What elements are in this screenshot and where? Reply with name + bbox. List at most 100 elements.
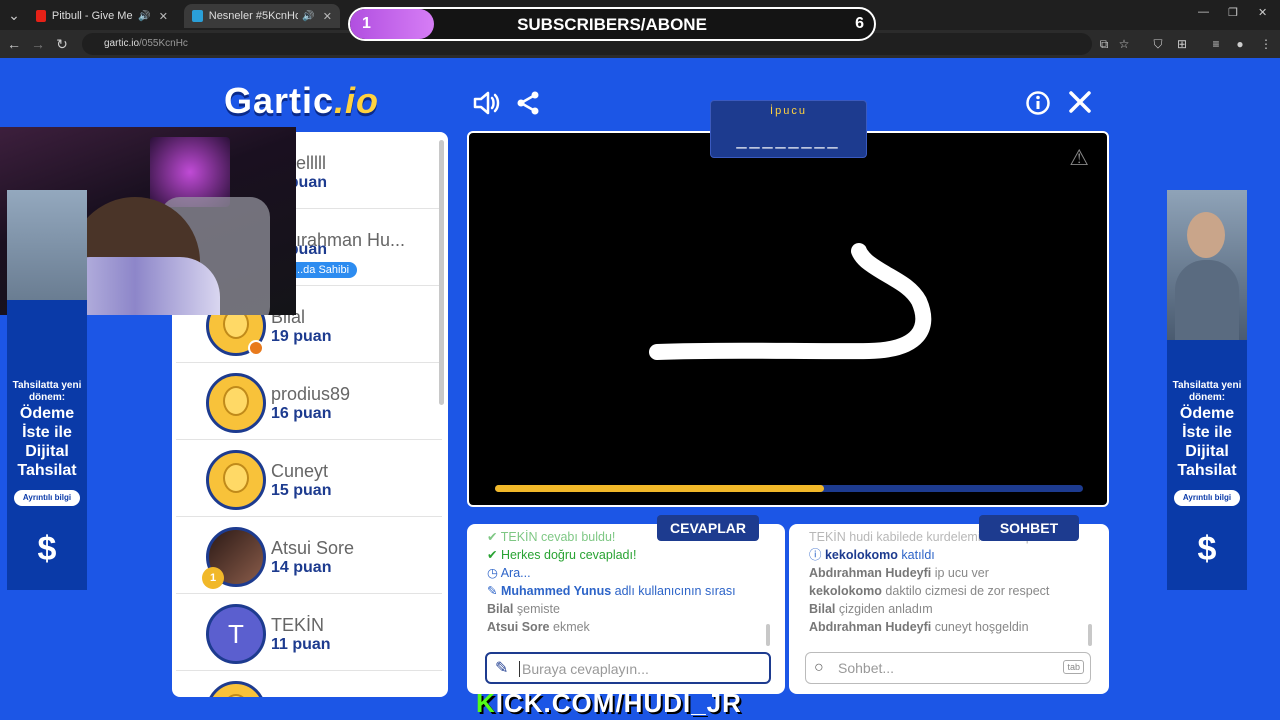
chat-message: ⓘ kekolokomo katıldı [809, 548, 935, 562]
round-timer-bar [495, 485, 1083, 492]
subscriber-label: SUBSCRIBERS/ABONE [517, 15, 707, 34]
hint-box[interactable]: İpucu ________ [710, 100, 867, 158]
player-points: 15 puan [271, 482, 332, 499]
bookmark-star-icon[interactable]: ☆ [1114, 34, 1134, 54]
check-icon: ✔ [487, 530, 501, 544]
ad-line1: Tahsilatta yeni dönem: [12, 380, 82, 403]
shield-icon[interactable]: ⛉ [1148, 34, 1168, 54]
player-name: prodius89 [271, 384, 351, 404]
right-ad-banner[interactable]: Tahsilatta yeni dönem: Ödeme İste ile Di… [1167, 190, 1247, 590]
maximize-icon[interactable]: ❐ [1228, 6, 1238, 19]
cast-icon[interactable]: ⧉ [1094, 34, 1114, 54]
kick-prefix: K [476, 688, 496, 718]
ad-button[interactable]: Ayrıntılı bilgi [14, 490, 80, 506]
more-menu-icon[interactable]: ⋮ [1256, 34, 1276, 54]
player-item[interactable]: Cuneyt 15 puan [176, 440, 442, 517]
media-icon[interactable]: ≡ [1206, 34, 1226, 54]
search-icon: ○ [814, 659, 824, 676]
report-warning-icon[interactable]: ⚠ [1069, 145, 1089, 171]
room-owner-badge: ...da Sahibi [286, 262, 358, 278]
ad-button[interactable]: Ayrıntılı bilgi [1174, 490, 1240, 506]
player-name: Atsui Sore [271, 538, 355, 558]
tab-answers[interactable]: CEVAPLAR [657, 515, 759, 541]
chat-log: TEKİN hudi kabilede kurdelemi wardıaq ⓘ … [809, 530, 1099, 636]
player-item[interactable]: 1 Atsui Sore 14 puan [176, 517, 442, 594]
logo-io: .io [334, 80, 380, 121]
kick-channel-overlay: KICK.COM/HUDI_JR [476, 688, 742, 719]
ad-image [1167, 190, 1247, 340]
gartic-favicon-icon [192, 10, 203, 22]
ad-logo-icon: $ [37, 530, 57, 568]
left-ad-banner[interactable]: Tahsilatta yeni dönem: Ödeme İste ile Di… [7, 190, 87, 590]
player-name: Cuneyt [271, 461, 329, 481]
ad-line2: Ödeme İste ile Dijital Tahsilat [1177, 405, 1237, 479]
close-icon[interactable] [1068, 90, 1092, 120]
share-icon[interactable] [516, 90, 540, 122]
tab-key-hint: tab [1063, 660, 1084, 674]
pencil-icon: ✎ [487, 584, 501, 598]
drawing-canvas[interactable]: ⚠ [467, 131, 1109, 507]
answer-message: ✔ Herkes doğru cevapladı! [487, 548, 637, 562]
browser-tab-pitbull[interactable]: Pitbull - Give Me Everything 🔊 ✕ [28, 4, 176, 28]
trophy-icon: 1 [202, 567, 224, 589]
answers-log: ✔ TEKİN cevabı buldu! ✔ Herkes doğru cev… [487, 530, 767, 636]
chat-message: Abdırahman Hudeyfi ip ucu ver [809, 566, 989, 580]
player-avatar: T [206, 604, 266, 664]
answers-scrollbar[interactable] [766, 624, 770, 646]
player-item[interactable]: T TEKİN 11 puan [176, 594, 442, 671]
gartic-logo[interactable]: Gartic.io [224, 80, 379, 122]
url-host: gartic.io [104, 38, 140, 49]
answer-input[interactable]: ✎ Buraya cevaplayın... [485, 652, 771, 684]
hint-title: İpucu [770, 105, 807, 117]
close-tab-icon[interactable]: ✕ [323, 10, 332, 23]
chat-message: Bilal çizgiden anladım [809, 602, 933, 616]
round-timer-fill [495, 485, 825, 492]
player-points: 19 puan [271, 328, 332, 345]
speaker-icon[interactable]: 🔊 [302, 11, 314, 22]
player-avatar [206, 681, 266, 697]
player-points: 11 puan [271, 636, 331, 653]
chat-message: Abdırahman Hudeyfi cuneyt hoşgeldin [809, 620, 1029, 634]
speaker-icon[interactable]: 🔊 [138, 11, 150, 22]
profile-avatar-icon[interactable]: ● [1230, 34, 1250, 54]
player-avatar [206, 450, 266, 510]
subscriber-goal: 6 [855, 15, 864, 32]
ad-line2: Ödeme İste ile Dijital Tahsilat [17, 405, 77, 479]
kick-url: ICK.COM/HUDI_JR [495, 688, 742, 718]
subscriber-goal-bar: 1 SUBSCRIBERS/ABONE 6 [348, 7, 876, 41]
drawing-stroke [649, 243, 932, 360]
info-icon: ⓘ [809, 548, 825, 562]
ad-logo-icon: $ [1197, 530, 1217, 568]
minimize-icon[interactable]: — [1198, 6, 1209, 18]
tab-chat[interactable]: SOHBET [979, 515, 1079, 541]
ad-line1: Tahsilatta yeni dönem: [1172, 380, 1242, 403]
logo-text: Gartic [224, 80, 335, 121]
pencil-icon: ✎ [495, 660, 509, 677]
answer-placeholder: Buraya cevaplayın... [519, 661, 649, 677]
answer-message: Bilal şemiste [487, 602, 560, 616]
chat-input[interactable]: ○ Sohbet... tab [805, 652, 1091, 684]
player-avatar [206, 373, 266, 433]
chat-message: kekolokomo daktilo cizmesi de zor respec… [809, 584, 1050, 598]
browser-tab-gartic[interactable]: Nesneler #5KcnHc (Türkçe) ... 🔊 ✕ [184, 4, 340, 28]
tab-list-icon[interactable]: ⌄ [4, 5, 24, 25]
hint-word: ________ [736, 129, 841, 149]
close-tab-icon[interactable]: ✕ [159, 10, 168, 23]
tab-title: Nesneler #5KcnHc (Türkçe) ... [208, 10, 299, 22]
forward-icon[interactable]: → [28, 34, 48, 54]
player-name: TEKİN [271, 615, 325, 635]
info-icon[interactable] [1025, 90, 1051, 122]
back-icon[interactable]: ← [4, 34, 24, 54]
player-item[interactable]: prodius89 16 puan [176, 363, 442, 440]
chat-scrollbar[interactable] [1088, 624, 1092, 646]
players-scrollbar[interactable] [439, 140, 444, 405]
answer-message: ◷ Ara... [487, 566, 531, 580]
sound-icon[interactable] [472, 90, 500, 122]
chat-placeholder: Sohbet... [838, 660, 895, 676]
extensions-icon[interactable]: ⊞ [1172, 34, 1192, 54]
reload-icon[interactable]: ↻ [52, 34, 72, 54]
close-window-icon[interactable]: ✕ [1258, 6, 1267, 19]
ad-image [7, 190, 87, 300]
player-item[interactable] [176, 671, 442, 697]
youtube-icon [36, 10, 46, 22]
